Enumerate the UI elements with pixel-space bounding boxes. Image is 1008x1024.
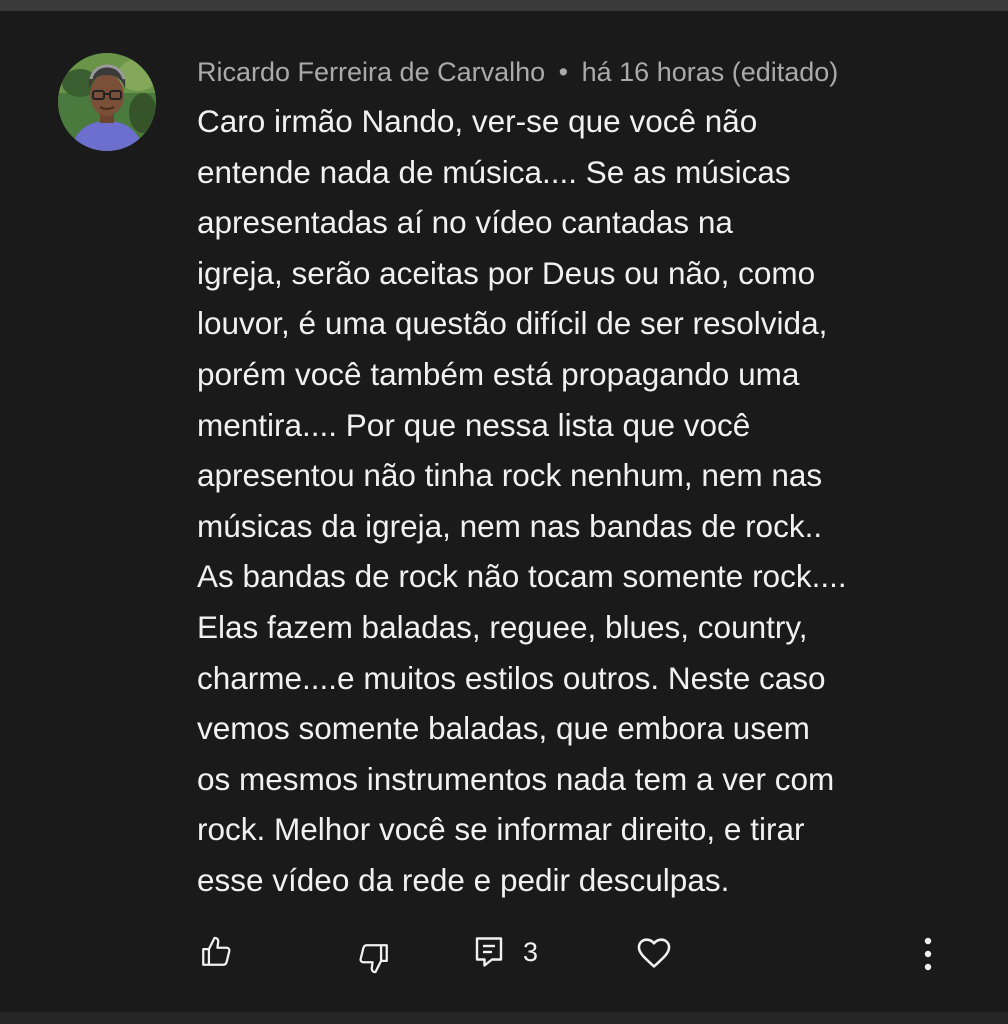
comment-line: louvor, é uma questão difícil de ser res… xyxy=(197,305,828,342)
thumbs-down-icon xyxy=(359,944,388,974)
like-button[interactable] xyxy=(196,932,236,972)
comment-line: músicas da igreja, nem nas bandas de roc… xyxy=(197,507,823,544)
comment-line: vemos somente baladas, que embora usem xyxy=(197,710,810,747)
comment-line: entende nada de música.... Se as músicas xyxy=(197,153,791,190)
comment-line: Caro irmão Nando, ver-se que você não xyxy=(197,103,758,139)
comment-line: charme....e muitos estilos outros. Neste… xyxy=(197,659,826,696)
author-name[interactable]: Ricardo Ferreira de Carvalho xyxy=(197,57,545,87)
comment-line: rock. Melhor você se informar direito, e… xyxy=(197,811,805,848)
comment-icon xyxy=(475,937,503,967)
comment-line: As bandas de rock não tocam somente rock… xyxy=(197,558,847,595)
comment-header: Ricardo Ferreira de Carvalho • há 16 hor… xyxy=(197,54,838,90)
comment-line: apresentadas aí no vídeo cantadas na xyxy=(197,204,733,241)
dislike-button[interactable] xyxy=(354,938,394,978)
bottom-divider-bar xyxy=(0,1012,1008,1024)
thumbs-up-icon xyxy=(202,936,231,966)
comment-line: apresentou não tinha rock nenhum, nem na… xyxy=(197,457,823,494)
heart-button[interactable] xyxy=(634,932,674,974)
avatar-photo xyxy=(58,53,156,151)
separator-dot: • xyxy=(558,57,569,87)
comment-line: os mesmos instrumentos nada tem a ver co… xyxy=(197,760,835,797)
reply-count: 3 xyxy=(523,936,539,967)
more-options-button[interactable] xyxy=(914,932,942,976)
comment-line: porém você também está propagando uma xyxy=(197,355,800,392)
comment-timestamp: há 16 horas (editado) xyxy=(581,57,839,87)
comment-body: Caro irmão Nando, ver-se que você não en… xyxy=(197,96,987,906)
comment-line: mentira.... Por que nessa lista que você xyxy=(197,406,751,443)
comment-line: igreja, serão aceitas por Deus ou não, c… xyxy=(197,254,816,291)
heart-icon xyxy=(637,938,671,968)
top-divider-bar xyxy=(0,0,1008,11)
comment-line: Elas fazem baladas, reguee, blues, count… xyxy=(197,608,808,645)
reply-button[interactable]: 3 xyxy=(471,932,551,972)
avatar[interactable] xyxy=(58,53,156,151)
comment-line: esse vídeo da rede e pedir desculpas. xyxy=(197,861,730,898)
more-vertical-icon xyxy=(924,937,932,971)
